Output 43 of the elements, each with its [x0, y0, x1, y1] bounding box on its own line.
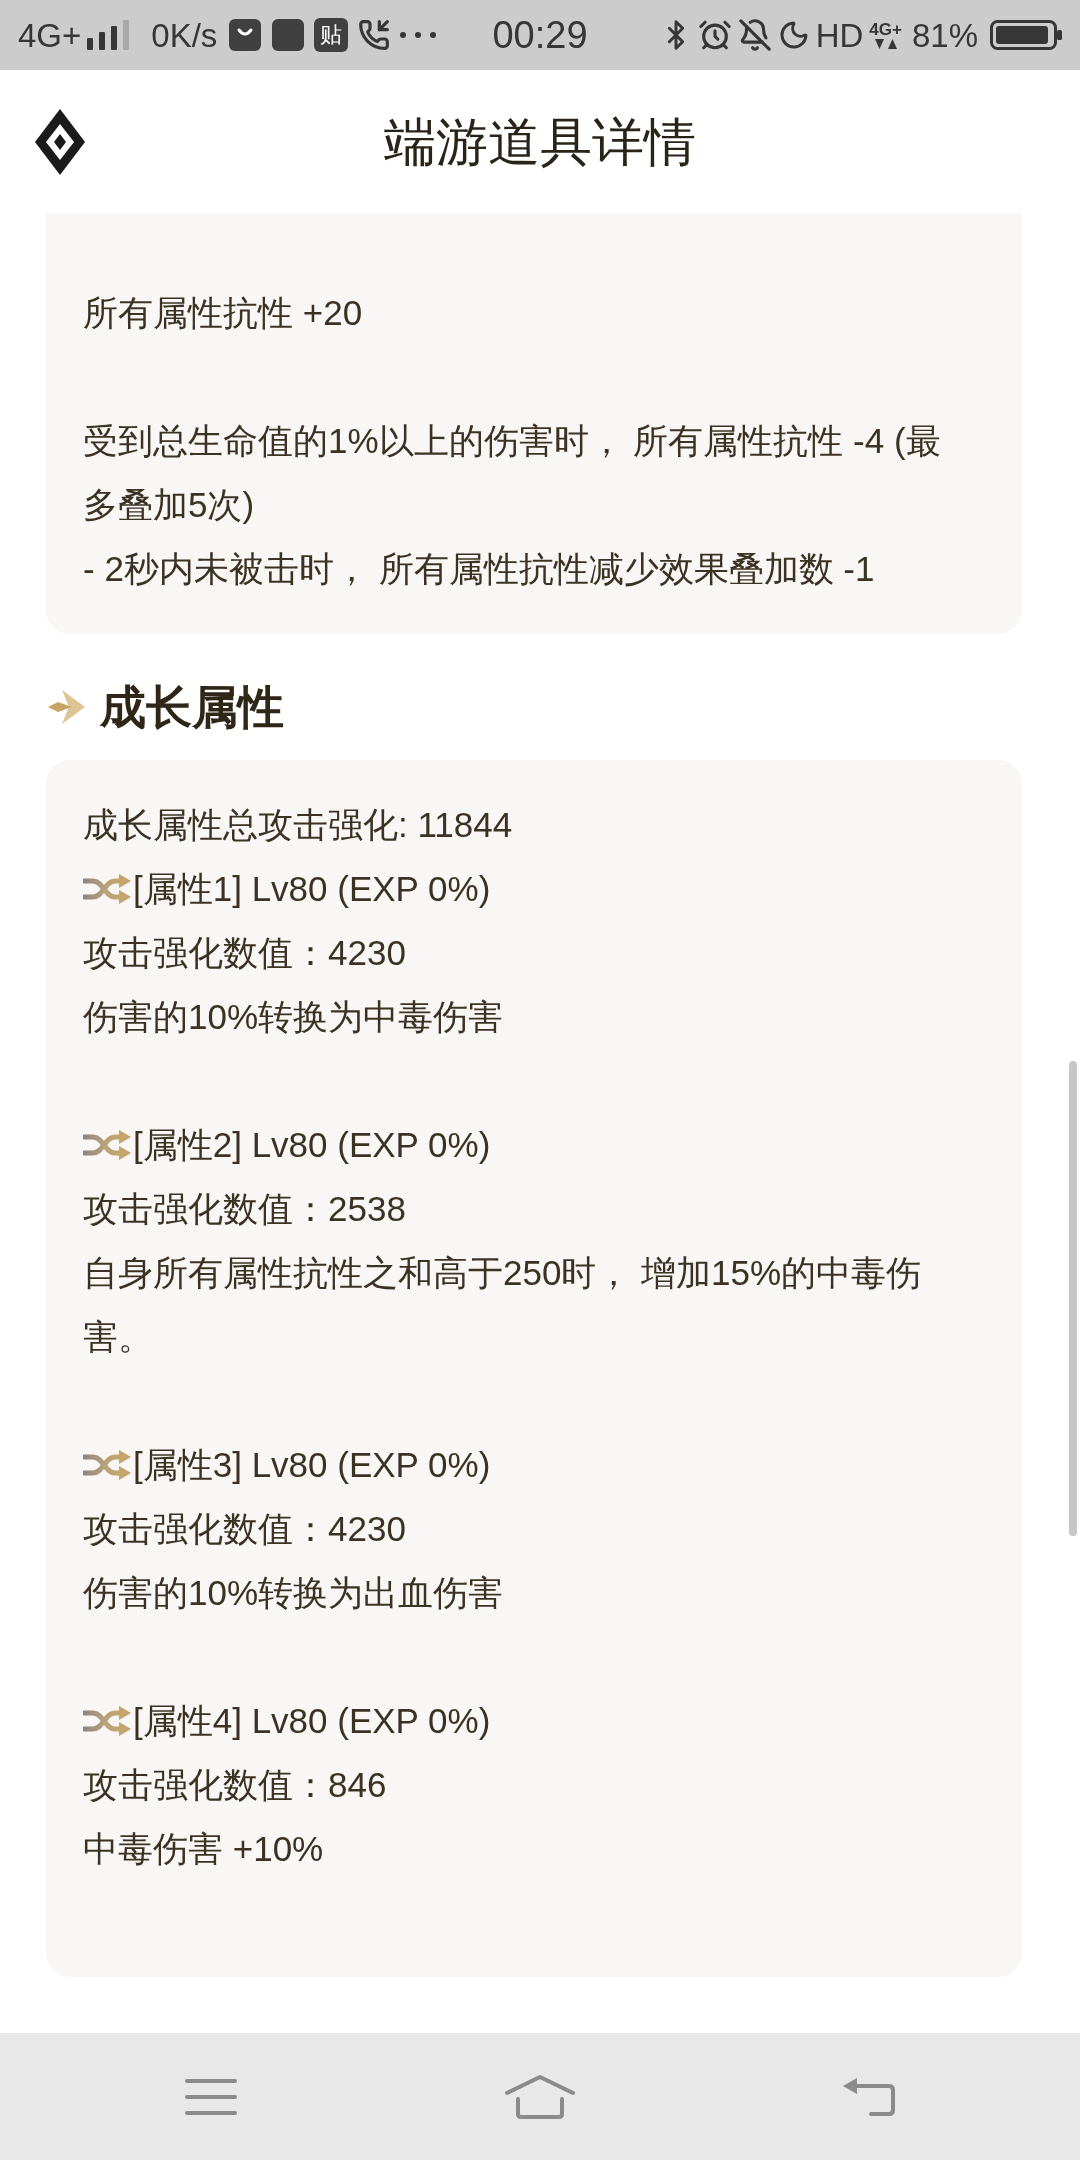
- phone-icon: [358, 19, 391, 51]
- alarm-icon: [697, 18, 732, 52]
- attribute-name: [属性1] Lv80 (EXP 0%): [133, 868, 491, 910]
- shuffle-icon: [83, 874, 131, 904]
- bell-off-icon: [737, 18, 772, 52]
- page-title: 端游道具详情: [384, 115, 696, 168]
- section-arrow-icon: [48, 690, 85, 724]
- shuffle-icon: [83, 1450, 131, 1480]
- back-icon: [843, 2077, 895, 2116]
- hd-label: HD: [815, 18, 864, 52]
- square-icon: [272, 19, 305, 51]
- network-type: 4G+: [18, 18, 82, 52]
- effect-text: 受到总生命值的1%以上的伤害时， 所有属性抗性 -4 (最多叠加5次): [83, 420, 942, 526]
- shuffle-icon: [83, 1706, 131, 1736]
- attribute-value: 攻击强化数值：4230: [83, 932, 407, 974]
- attribute-effect: 自身所有属性抗性之和高于250时， 增加15%的中毒伤害。: [83, 1252, 923, 1358]
- attribute-name: [属性4] Lv80 (EXP 0%): [133, 1700, 491, 1742]
- section-title: 成长属性: [100, 684, 284, 730]
- attribute-value: 攻击强化数值：2538: [83, 1188, 407, 1230]
- attribute-effect: 伤害的10%转换为出血伤害: [83, 1572, 505, 1614]
- attribute-value: 攻击强化数值：4230: [83, 1508, 407, 1550]
- app-logo: [35, 108, 85, 175]
- clock-time: 00:29: [492, 16, 588, 54]
- attribute-effect: 中毒伤害 +10%: [83, 1828, 325, 1870]
- data-network-type: 4G+: [869, 21, 902, 39]
- battery-percent: 81%: [911, 18, 978, 52]
- app-badge: 贴: [314, 18, 349, 52]
- attribute-effect: 伤害的10%转换为中毒伤害: [83, 996, 505, 1038]
- signal-icon: [87, 20, 132, 50]
- home-icon: [505, 2074, 575, 2119]
- more-icon: [400, 32, 437, 38]
- attribute-value: 攻击强化数值：846: [83, 1764, 388, 1806]
- network-speed: 0K/s: [151, 18, 218, 52]
- smile-tile-icon: [229, 19, 262, 51]
- attribute-name: [属性2] Lv80 (EXP 0%): [133, 1124, 491, 1166]
- attribute-name: [属性3] Lv80 (EXP 0%): [133, 1444, 491, 1486]
- effect-text: - 2秒内未被击时， 所有属性抗性减少效果叠加数 -1: [83, 548, 876, 590]
- shuffle-icon: [83, 1130, 131, 1160]
- battery-icon: [990, 20, 1062, 50]
- data-arrows-icon: [874, 39, 897, 49]
- effect-text: 所有属性抗性 +20: [83, 292, 364, 334]
- summary-text: 成长属性总攻击强化: 11844: [83, 804, 514, 846]
- menu-icon: [185, 2078, 237, 2115]
